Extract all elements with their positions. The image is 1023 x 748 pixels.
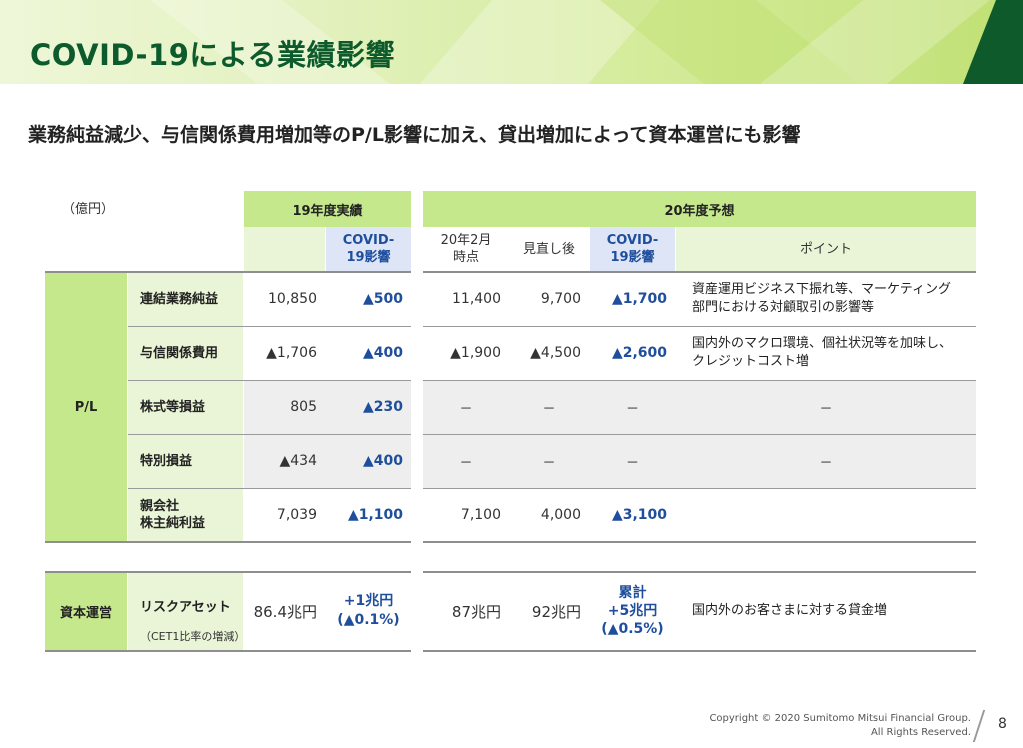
point-text: 国内外のお客さまに対する貸金増	[692, 603, 888, 618]
fy19-covid-value: ▲400	[363, 453, 403, 469]
fy19-value: ▲1,706	[266, 345, 317, 361]
fy20-feb-risk-assets: 87兆円	[451, 602, 501, 621]
fy20-revised-value: 9,700	[540, 291, 581, 307]
fy20-revised-value: ▲4,500	[530, 345, 581, 361]
footer-copyright: Copyright © 2020 Sumitomo Mitsui Financi…	[709, 712, 971, 740]
fy20-feb-value: 11,400	[452, 291, 501, 307]
fy20-covid-value: ▲2,600	[611, 345, 667, 361]
fy20-revised-risk-assets: 92兆円	[531, 602, 581, 621]
fy20-covid-header: COVID- 19影響	[590, 227, 675, 271]
fy19-covid-value: ▲500	[363, 291, 403, 307]
fy20-feb-value: ▲1,900	[450, 345, 501, 361]
capital-category: 資本運営	[45, 572, 127, 650]
fy20-risk-assets-covid: 累計 +5兆円 (▲0.5%)	[601, 585, 664, 637]
table-rule	[128, 326, 411, 327]
table-rule	[423, 650, 976, 652]
fy20-covid-value: ▲3,100	[611, 507, 667, 523]
slide-subtitle: 業務純益減少、与信関係費用増加等のP/L影響に加え、貸出増加によって資本運営にも…	[28, 124, 801, 146]
unit-label: （億円）	[62, 202, 115, 217]
fy19-group-header: 19年度実績	[244, 191, 411, 227]
fy19-risk-assets-covid: +1兆円 (▲0.1%)	[337, 593, 400, 628]
table-rule	[423, 571, 976, 573]
fy20-revised-header: 見直し後	[522, 241, 575, 257]
fy20-revised-value: 4,000	[540, 507, 581, 523]
footer-divider	[972, 710, 986, 742]
table-rule	[423, 380, 976, 381]
table-rule	[423, 326, 976, 327]
table-rule	[128, 434, 411, 435]
page-title: COVID-19による業績影響	[30, 38, 396, 72]
table-rule	[45, 541, 411, 543]
fy20-feb-value: －	[459, 455, 473, 471]
fy19-covid-value: ▲1,100	[347, 507, 403, 523]
table-rule	[423, 541, 976, 543]
table-rule	[45, 271, 411, 273]
row-label-net-income: 親会社 株主純利益	[128, 488, 243, 542]
row-label-equity-gains: 株式等損益	[128, 380, 243, 434]
page-number: 8	[998, 716, 1007, 732]
row-label-extraordinary: 特別損益	[128, 434, 243, 488]
fy20-revised-value: －	[542, 401, 556, 417]
fy20-group-header: 20年度予想	[423, 191, 976, 227]
row-label-operating-profit: 連結業務純益	[128, 272, 243, 326]
copyright-line: Copyright © 2020 Sumitomo Mitsui Financi…	[709, 713, 971, 724]
fy19-covid-value: ▲230	[363, 399, 403, 415]
fy19-value: ▲434	[279, 453, 318, 469]
table-rule	[45, 650, 411, 652]
fy19-actual-header	[244, 227, 325, 271]
point-text	[676, 488, 976, 542]
fy19-covid-value: ▲400	[363, 345, 403, 361]
point-text: －	[819, 455, 833, 471]
point-text: 国内外のマクロ環境、個社状況等を加味し、 クレジットコスト増	[692, 336, 953, 369]
table-rule	[423, 271, 976, 273]
table-rule	[128, 380, 411, 381]
fy19-value: 7,039	[276, 507, 317, 523]
fy20-covid-value: ▲1,700	[611, 291, 667, 307]
fy20-point-header: ポイント	[676, 227, 976, 271]
row-label-credit-costs: 与信関係費用	[128, 326, 243, 380]
pl-category: P/L	[45, 272, 127, 542]
table-rule	[423, 488, 976, 489]
table-rule	[45, 571, 411, 573]
point-text: －	[819, 401, 833, 417]
fy19-value: 805	[290, 399, 317, 415]
table-rule	[128, 488, 411, 489]
fy19-covid-header: COVID- 19影響	[326, 227, 411, 271]
fy20-feb-value: －	[459, 401, 473, 417]
fy20-covid-value: －	[625, 455, 639, 471]
fy20-feb-value: 7,100	[460, 507, 501, 523]
fy20-revised-value: －	[542, 455, 556, 471]
fy20-feb-header: 20年2月 時点	[440, 233, 492, 265]
fy19-value: 10,850	[268, 291, 317, 307]
table-rule	[423, 434, 976, 435]
cet1-note: （CET1比率の増減）	[140, 630, 246, 643]
fy19-risk-assets: 86.4兆円	[253, 602, 317, 621]
fy20-covid-value: －	[625, 401, 639, 417]
rights-line: All Rights Reserved.	[870, 727, 971, 738]
point-text: 資産運用ビジネス下振れ等、マーケティング 部門における対顧取引の影響等	[692, 282, 951, 315]
